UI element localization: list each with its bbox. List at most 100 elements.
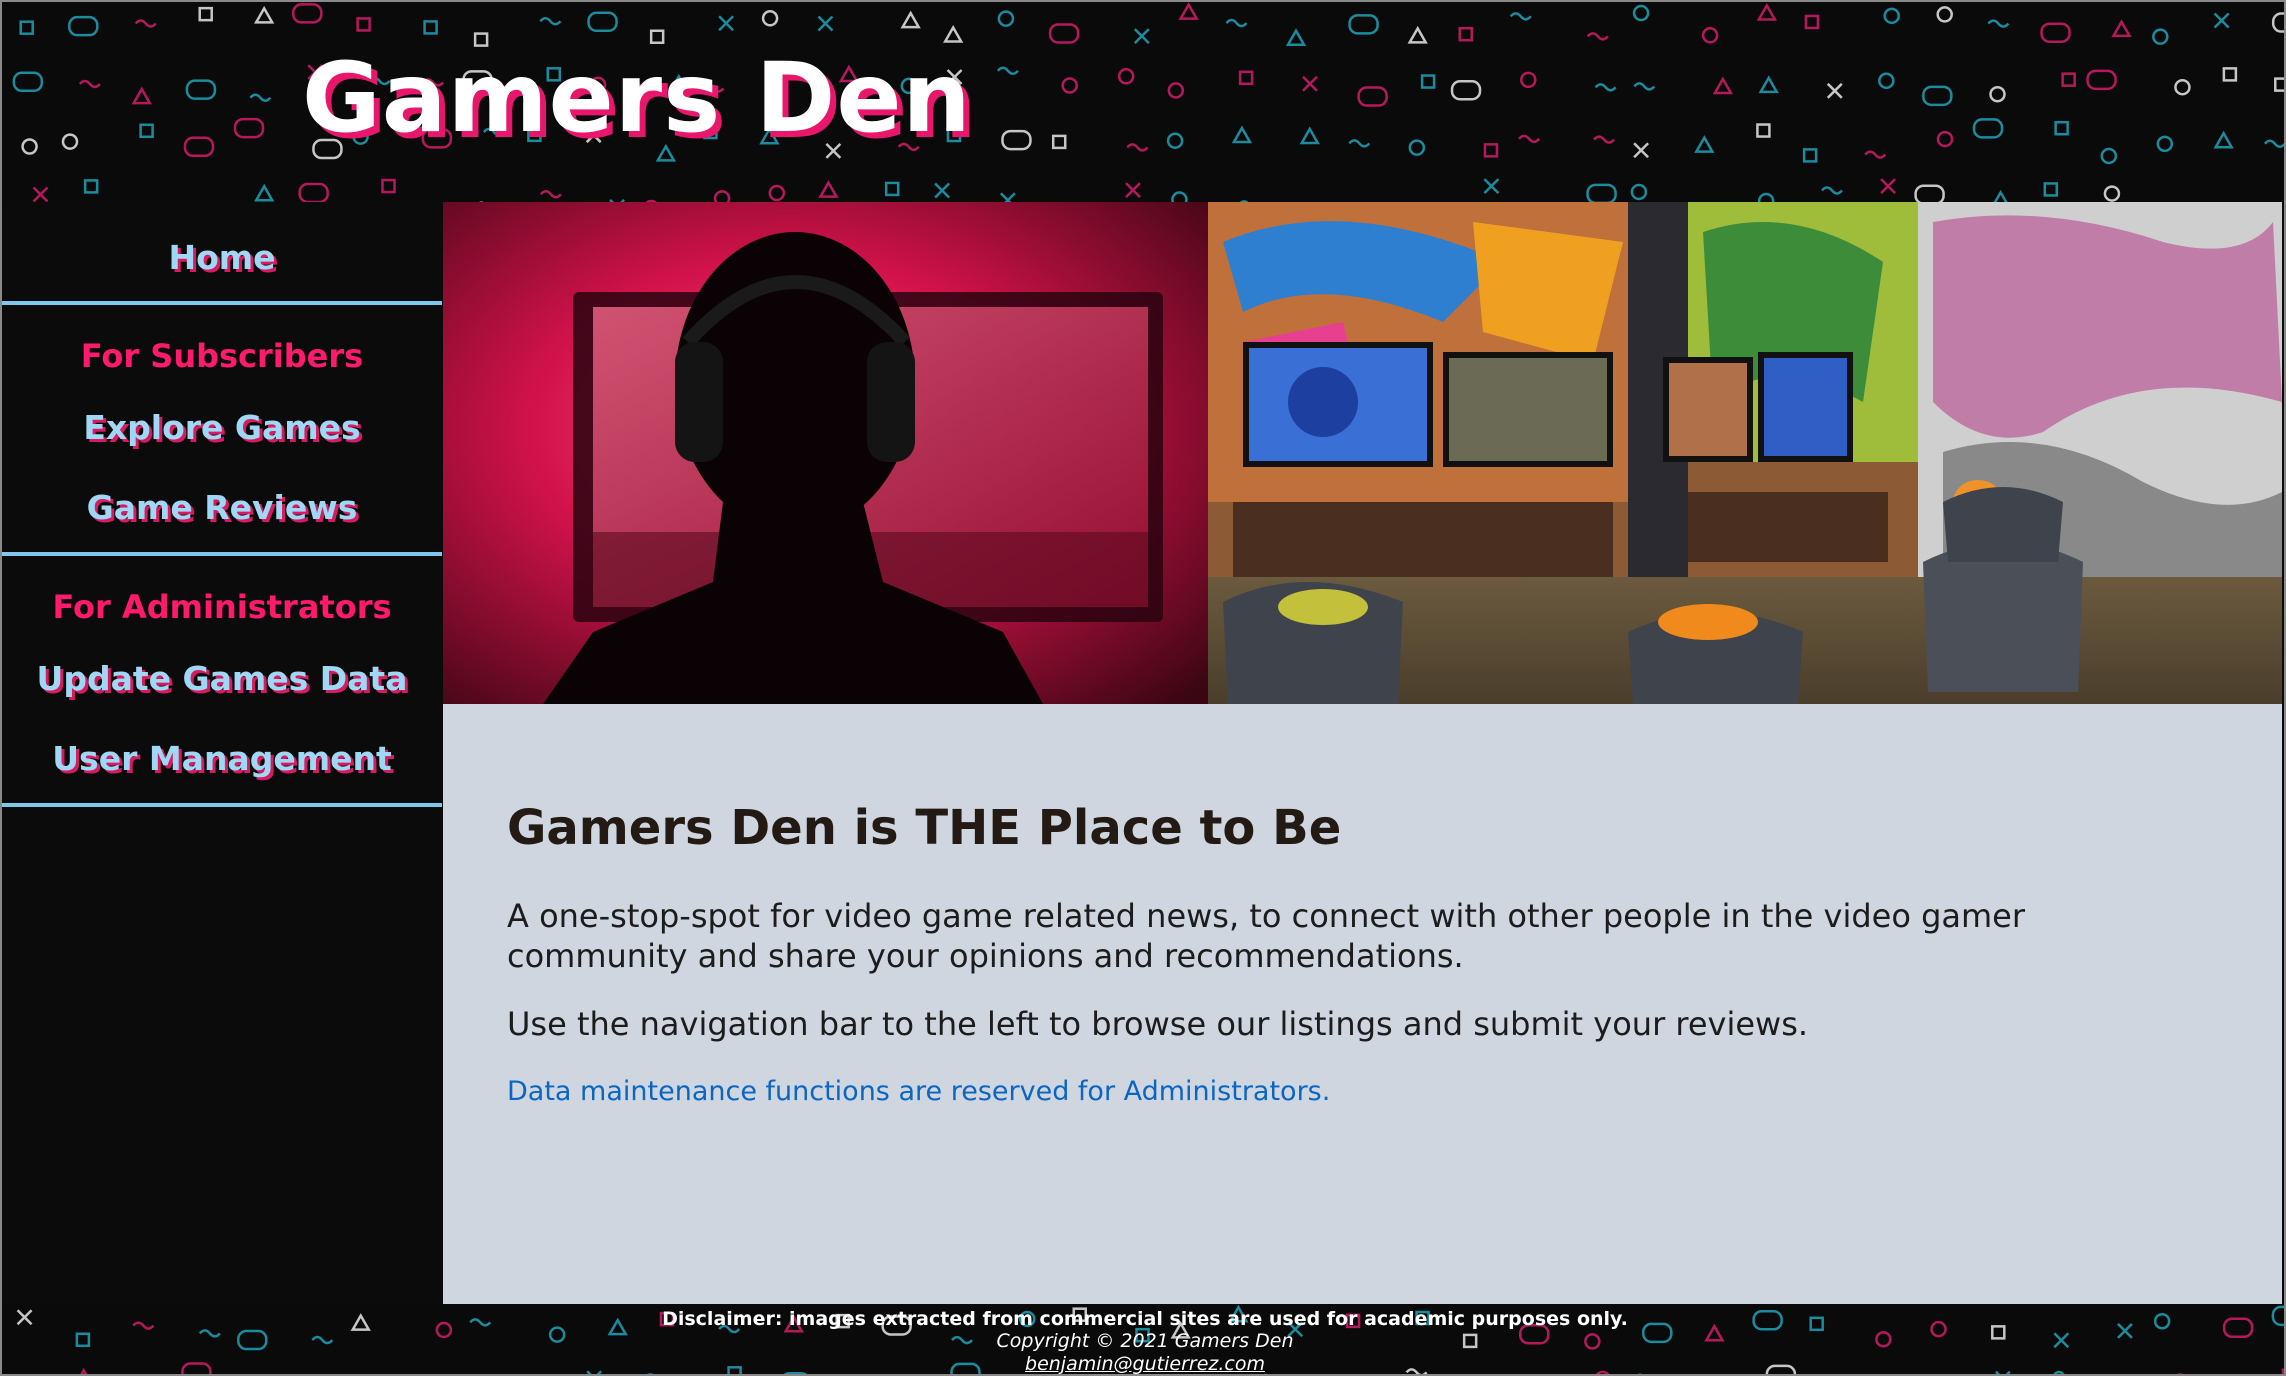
pattern-symbol — [2040, 22, 2071, 43]
pattern-symbol — [539, 17, 562, 26]
pattern-symbol — [718, 15, 734, 32]
pattern-symbol — [1357, 86, 1388, 107]
pattern-symbol — [1299, 126, 1320, 145]
pattern-symbol — [254, 183, 275, 202]
pattern-symbol — [2103, 185, 2121, 202]
page-heading: Gamers Den is THE Place to Be — [507, 800, 1342, 856]
pattern-symbol — [249, 93, 272, 102]
pattern-symbol — [61, 133, 79, 150]
pattern-symbol — [1231, 125, 1253, 144]
pattern-symbol — [761, 10, 779, 27]
pattern-symbol — [1518, 134, 1540, 144]
pattern-symbol — [1420, 74, 1436, 89]
pattern-symbol — [1826, 82, 1843, 99]
pattern-symbol — [1117, 68, 1135, 85]
pattern-symbol — [1458, 26, 1474, 42]
pattern-symbol — [1483, 178, 1500, 195]
pattern-symbol — [1594, 83, 1617, 92]
pattern-symbol — [1712, 76, 1734, 95]
pattern-symbol — [1987, 19, 2010, 28]
pattern-symbol — [298, 182, 329, 202]
pattern-symbol — [2271, 12, 2284, 33]
pattern-symbol — [999, 192, 1016, 202]
intro-paragraph: A one-stop-spot for video game related n… — [507, 897, 2026, 975]
pattern-symbol — [587, 11, 618, 33]
pattern-symbol — [1802, 148, 1818, 163]
pattern-symbol — [818, 180, 839, 198]
pattern-symbol — [254, 5, 275, 24]
nav-user-management-link[interactable]: User Management — [2, 739, 442, 778]
pattern-symbol — [1633, 82, 1656, 91]
pattern-symbol — [1407, 25, 1428, 44]
pattern-symbol — [1758, 75, 1779, 94]
pattern-symbol — [1630, 183, 1648, 201]
pattern-symbol — [997, 10, 1015, 27]
pattern-symbol — [2061, 72, 2076, 87]
footer-email-link[interactable]: benjamin@gutierrez.com — [2, 1353, 2284, 1374]
pattern-symbol — [423, 20, 438, 35]
pattern-symbol — [2054, 120, 2069, 136]
pattern-symbol — [900, 10, 921, 29]
nav-explore-games-link[interactable]: Explore Games — [2, 408, 442, 447]
pattern-symbol — [1632, 4, 1650, 22]
pattern-symbol — [1125, 182, 1141, 198]
pattern-symbol — [1171, 191, 1188, 202]
pattern-symbol — [139, 123, 154, 139]
hero-images — [443, 202, 2282, 704]
pattern-symbol — [1348, 14, 1379, 35]
pattern-symbol — [381, 178, 396, 194]
pattern-symbol — [356, 17, 371, 32]
pattern-symbol — [68, 15, 99, 37]
pattern-symbol — [185, 79, 217, 100]
pattern-symbol — [1593, 135, 1615, 144]
pattern-symbol — [2213, 12, 2230, 29]
pattern-symbol — [2274, 77, 2284, 92]
pattern-symbol — [649, 29, 665, 45]
pattern-symbol — [713, 190, 731, 202]
footer-banner: Disclaimer: images extracted from commer… — [2, 1304, 2284, 1374]
pattern-symbol — [2152, 28, 2169, 45]
pattern-symbol — [2100, 147, 2118, 165]
pattern-symbol — [1178, 2, 1199, 20]
pattern-symbol — [1993, 189, 2008, 202]
page: Gamers Den Home For Subscribers Explore … — [0, 0, 2286, 1376]
pattern-symbol — [1883, 7, 1900, 25]
pattern-symbol — [1238, 70, 1254, 86]
pattern-symbol — [2086, 69, 2117, 91]
pattern-symbol — [1167, 82, 1185, 99]
pattern-symbol — [19, 20, 34, 35]
pattern-symbol — [539, 190, 562, 199]
header-banner: Gamers Den — [2, 2, 2284, 202]
pattern-symbol — [1864, 150, 1887, 159]
pattern-symbol — [1756, 2, 1777, 21]
admin-note: Data maintenance functions are reserved … — [507, 1076, 1331, 1107]
pattern-symbol — [934, 182, 950, 199]
pattern-symbol — [1225, 18, 1248, 28]
pattern-symbol — [768, 184, 786, 202]
pattern-symbol — [83, 179, 99, 194]
pattern-symbol — [1936, 6, 1953, 23]
pattern-symbol — [1408, 139, 1426, 156]
pattern-symbol — [2174, 78, 2191, 96]
pattern-symbol — [1048, 23, 1080, 44]
nav-game-reviews-link[interactable]: Game Reviews — [2, 488, 442, 527]
pattern-symbol — [183, 136, 215, 158]
main-content: Gamers Den is THE Place to Be A one-stop… — [443, 704, 2282, 1304]
nav-update-games-data-link[interactable]: Update Games Data — [2, 659, 442, 698]
pattern-symbol — [198, 6, 213, 22]
pattern-symbol — [1878, 72, 1895, 90]
pattern-symbol — [1166, 132, 1184, 149]
nav-administrators-section: For Administrators Update Games Data Use… — [2, 556, 442, 807]
pattern-symbol — [1051, 134, 1067, 150]
pattern-symbol — [943, 24, 964, 43]
footer-disclaimer: Disclaimer: images extracted from commer… — [662, 1308, 1628, 1330]
pattern-symbol — [1001, 129, 1032, 151]
nav-home-link[interactable]: Home — [2, 238, 442, 277]
pattern-symbol — [2263, 139, 2284, 149]
pattern-symbol — [1302, 75, 1318, 92]
pattern-symbol — [1483, 143, 1499, 158]
pattern-symbol — [1061, 77, 1078, 94]
pattern-symbol — [1509, 12, 1532, 21]
pattern-symbol — [21, 138, 38, 155]
pattern-symbol — [292, 3, 323, 24]
